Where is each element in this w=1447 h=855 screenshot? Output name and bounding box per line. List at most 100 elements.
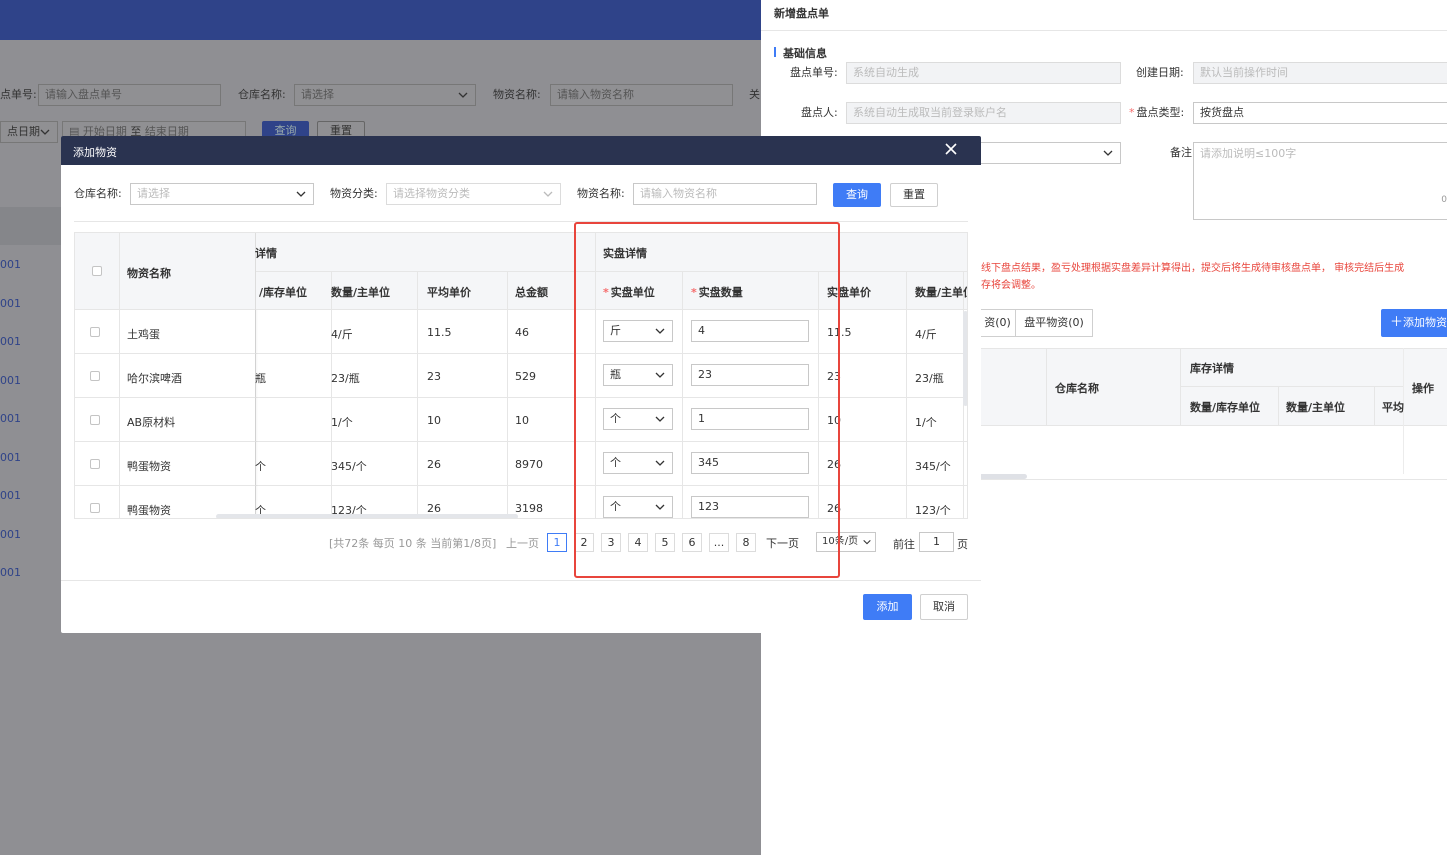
frozen-column-shadow [255,310,258,518]
th-operation: 操作 [1412,382,1434,395]
cancel-button[interactable]: 取消 [920,594,968,620]
name-input[interactable]: 请输入物资名称 [633,183,817,205]
cell-avg-price: 23 [427,370,441,383]
bg-name-label: 物资名称: [493,88,541,101]
cell-material-name: 哈尔滨啤酒 [127,372,182,385]
th-stock-detail: 库存详情 [1190,362,1234,375]
th-qty-main-unit: 数量/主单位 [1286,401,1346,414]
type-label: * 盘点类型: [1129,106,1185,119]
reset-button[interactable]: 重置 [890,183,938,207]
close-icon[interactable] [945,143,957,155]
page-button[interactable]: 1 [547,533,567,552]
row-checkbox[interactable] [90,415,100,425]
goto-suffix: 页 [957,538,968,551]
th-avg: 平均 [1382,401,1404,414]
add-material-button[interactable]: ＋添加物资 [1381,309,1447,337]
row-checkbox[interactable] [90,503,100,513]
cell-total-amount: 10 [515,414,529,427]
bg-order-label: 点单号: [0,88,37,101]
create-date-label: 创建日期: [1136,66,1184,79]
highlight-box [574,222,840,578]
tab-diff-items[interactable]: 资(0) [979,309,1015,337]
modal-header [61,136,981,165]
row-checkbox[interactable] [90,371,100,381]
bg-row-code[interactable]: 001 [0,258,21,271]
cell-material-name: 土鸡蛋 [127,328,160,341]
cell-main-unit: 4/斤 [331,328,353,341]
th-main-unit: 数量/主单位 [331,286,391,299]
cell-material-name: 鸭蛋物资 [127,504,171,517]
drawer-select[interactable] [979,142,1121,164]
row-checkbox[interactable] [90,459,100,469]
vertical-scrollbar[interactable] [963,311,967,406]
chevron-down-icon [40,129,50,135]
prev-page[interactable]: 上一页 [506,535,539,551]
remark-label: 备注: [1170,146,1196,159]
th-warehouse: 仓库名称 [1055,382,1099,395]
bg-extra-label: 关 [749,88,760,101]
cell-actual-main-unit: 4/斤 [915,328,937,341]
cell-main-unit: 1/个 [331,416,353,429]
order-no-input: 系统自动生成 [846,62,1121,84]
query-button[interactable]: 查询 [833,183,881,207]
th-avg-price: 平均单价 [427,286,471,299]
cell-avg-price: 11.5 [427,326,452,339]
category-label: 物资分类: [330,187,378,200]
bg-date-type-select[interactable]: 点日期 [0,121,58,143]
type-select[interactable]: 按货盘点 [1193,102,1447,124]
chevron-down-icon [863,539,871,545]
cell-total-amount: 3198 [515,502,543,515]
person-label: 盘点人: [801,106,838,119]
notice-text: 线下盘点结果，盈亏处理根据实盘差异计算得出，提交后将生成待审核盘点单， 审核完结… [981,263,1405,291]
top-header-bar [0,0,761,40]
order-no-label: 盘点单号: [790,66,838,79]
bg-order-input[interactable]: 请输入盘点单号 [38,84,221,106]
horizontal-scrollbar[interactable] [216,514,518,518]
bg-row-code[interactable]: 001 [0,566,21,579]
tab-balanced-items[interactable]: 盘平物资(0) [1015,309,1093,337]
th-total-amount: 总金额 [515,286,548,299]
cell-main-unit: 23/瓶 [331,372,360,385]
cell-avg-price: 10 [427,414,441,427]
cell-actual-main-unit: 23/瓶 [915,372,944,385]
modal-title: 添加物资 [73,146,117,159]
person-input: 系统自动生成取当前登录账户名 [846,102,1121,124]
chevron-down-icon [1103,150,1113,156]
section-title: 基础信息 [783,47,827,60]
bg-row-code[interactable]: 001 [0,297,21,310]
select-all-checkbox[interactable] [92,266,102,276]
add-material-modal: 添加物资 仓库名称: 请选择 物资分类: 请选择物资分类 物资名称: 请输入物资… [61,136,981,633]
th-qty-stock-unit: 数量/库存单位 [1190,401,1261,414]
bg-row-code[interactable]: 001 [0,412,21,425]
add-button[interactable]: 添加 [863,594,912,620]
bg-row-code[interactable]: 001 [0,335,21,348]
cell-material-name: AB原材料 [127,416,176,429]
bg-warehouse-label: 仓库名称: [238,88,286,101]
cell-avg-price: 26 [427,458,441,471]
goto-label: 前往 [893,538,915,551]
cell-main-unit: 345/个 [331,460,367,473]
bg-row-code[interactable]: 001 [0,451,21,464]
warehouse-label: 仓库名称: [74,187,122,200]
name-label: 物资名称: [577,187,625,200]
divider [761,30,1447,31]
plus-icon: ＋ [1390,315,1404,330]
chevron-down-icon [543,191,553,197]
cell-total-amount: 46 [515,326,529,339]
bg-name-input[interactable]: 请输入物资名称 [550,84,733,106]
remark-textarea[interactable]: 请添加说明≤100字0/ [1193,142,1447,220]
goto-page-input[interactable]: 1 [919,532,954,552]
row-checkbox[interactable] [90,327,100,337]
warehouse-select[interactable]: 请选择 [130,183,314,205]
drawer-title: 新增盘点单 [774,7,829,20]
th-actual-main-unit: 数量/主单位 [915,286,967,299]
bg-row-code[interactable]: 001 [0,374,21,387]
th-stock-unit: /库存单位 [259,286,308,299]
bg-warehouse-select[interactable]: 请选择 [294,84,476,106]
cell-material-name: 鸭蛋物资 [127,460,171,473]
cell-actual-main-unit: 1/个 [915,416,937,429]
cell-actual-main-unit: 123/个 [915,504,951,517]
category-select[interactable]: 请选择物资分类 [386,183,561,205]
bg-row-code[interactable]: 001 [0,489,21,502]
bg-row-code[interactable]: 001 [0,528,21,541]
